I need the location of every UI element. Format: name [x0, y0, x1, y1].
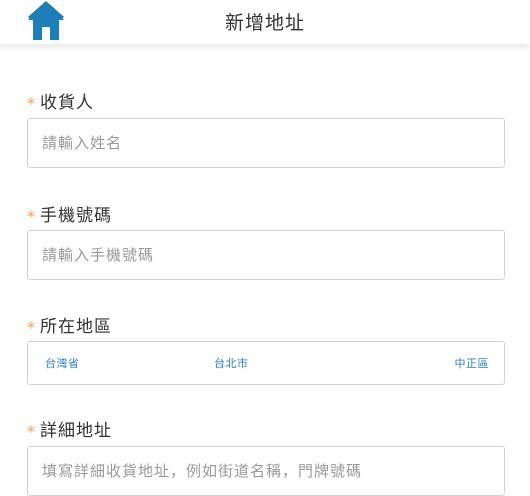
county-select[interactable]: 台灣省 [45, 355, 80, 371]
address-label: * 詳細地址 [27, 416, 112, 441]
recipient-label-text: 收貨人 [40, 93, 94, 113]
address-input[interactable] [28, 447, 504, 495]
district-select[interactable]: 中正區 [455, 355, 490, 371]
phone-field-box [27, 230, 505, 280]
required-mark: * [27, 207, 36, 226]
address-label-text: 詳細地址 [40, 421, 112, 441]
recipient-input[interactable] [28, 119, 504, 167]
phone-label: * 手機號碼 [27, 201, 112, 226]
top-bar: 新增地址 [0, 0, 530, 44]
required-mark: * [27, 422, 36, 441]
recipient-label: * 收貨人 [27, 88, 94, 113]
city-select[interactable]: 台北市 [214, 355, 249, 371]
address-field-box [27, 446, 505, 496]
phone-label-text: 手機號碼 [40, 206, 112, 226]
recipient-field-box [27, 118, 505, 168]
required-mark: * [27, 318, 36, 337]
region-label-text: 所在地區 [40, 317, 112, 337]
region-label: * 所在地區 [27, 312, 112, 337]
region-picker[interactable]: 台灣省 台北市 中正區 [27, 341, 505, 385]
required-mark: * [27, 94, 36, 113]
page-title: 新增地址 [224, 12, 305, 34]
phone-input[interactable] [28, 231, 504, 279]
